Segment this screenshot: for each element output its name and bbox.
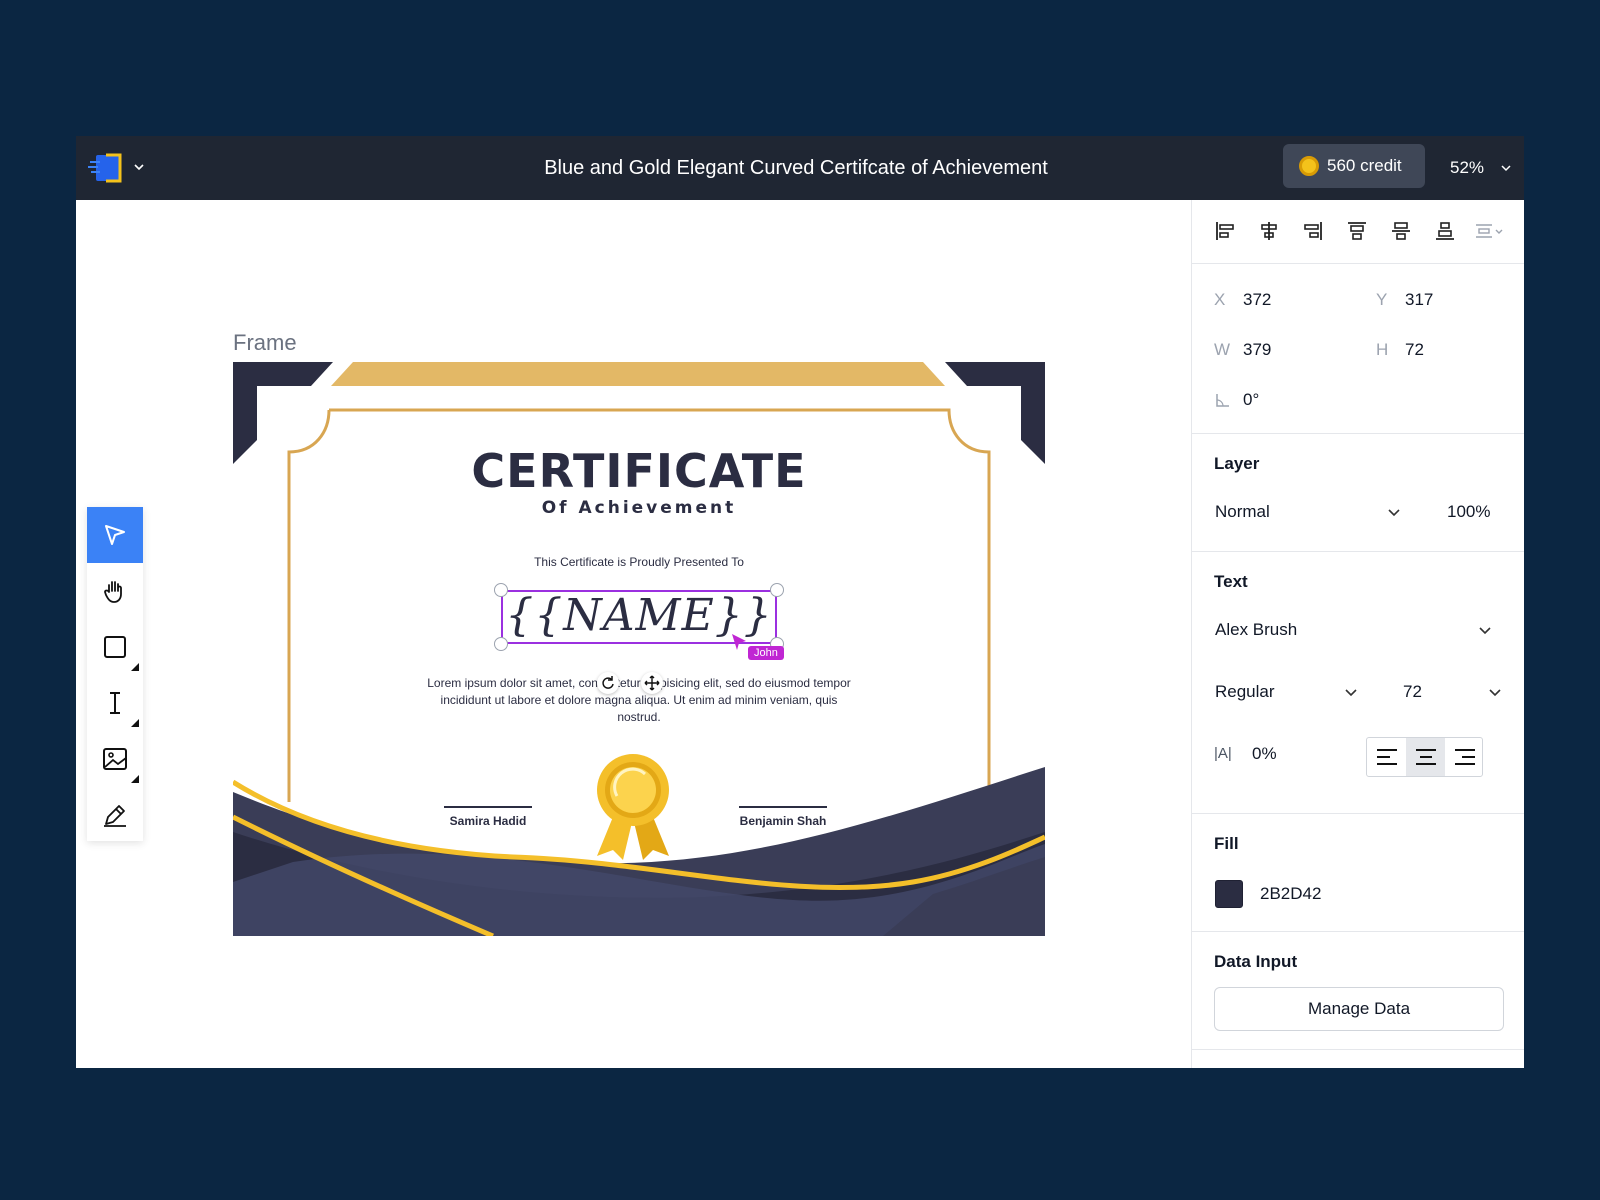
x-label: X — [1214, 290, 1226, 309]
design-canvas[interactable]: Frame CERTIFICATE Of Achievement This Ce… — [76, 200, 1191, 1068]
chevron-down-icon[interactable] — [1387, 506, 1401, 520]
text-align-right-icon — [1455, 749, 1475, 765]
align-right-icon[interactable] — [1302, 220, 1324, 242]
square-icon — [104, 636, 126, 658]
text-align-left-icon — [1377, 749, 1397, 765]
align-bottom-icon[interactable] — [1434, 220, 1456, 242]
position-section: X 372 Y 317 W 379 H 72 0° — [1192, 264, 1524, 434]
text-align-center-icon — [1416, 749, 1436, 765]
hand-tool[interactable] — [87, 563, 143, 619]
app-window: Blue and Gold Elegant Curved Certifcate … — [76, 136, 1524, 1068]
alignment-toolbar — [1192, 200, 1524, 264]
certificate-body-text[interactable]: Lorem ipsum dolor sit amet, consectetur … — [421, 675, 857, 726]
collaborator-tag: John — [748, 646, 784, 660]
align-left-icon[interactable] — [1214, 220, 1236, 242]
select-tool[interactable] — [87, 507, 143, 563]
resize-handle-bottom-left[interactable] — [494, 637, 508, 651]
width-field[interactable]: 379 — [1243, 340, 1271, 360]
text-section: Text Alex Brush Regular 72 |A| 0% — [1192, 552, 1524, 814]
move-icon[interactable] — [641, 672, 663, 694]
letter-spacing-field[interactable]: 0% — [1252, 744, 1277, 764]
signature-line-right — [739, 806, 827, 808]
signature-line-left — [444, 806, 532, 808]
fill-title: Fill — [1214, 834, 1239, 853]
award-ribbon-icon[interactable] — [593, 752, 673, 864]
y-label: Y — [1376, 290, 1388, 309]
rotation-angle-icon — [1216, 394, 1229, 407]
signer-name-left[interactable]: Samira Hadid — [418, 814, 558, 828]
pen-tool[interactable] — [87, 787, 143, 843]
data-input-title: Data Input — [1214, 952, 1298, 971]
zoom-level[interactable]: 52% — [1450, 136, 1484, 200]
credit-badge[interactable]: 560 credit — [1283, 144, 1425, 188]
rotation-field[interactable]: 0° — [1243, 390, 1259, 410]
w-label: W — [1214, 340, 1231, 359]
rotate-icon[interactable] — [597, 672, 619, 694]
chevron-down-icon[interactable] — [1478, 624, 1492, 638]
letter-spacing-icon: |A| — [1214, 745, 1232, 762]
text-tool[interactable] — [87, 675, 143, 731]
certificate-subtitle[interactable]: Of Achievement — [233, 498, 1045, 518]
layer-title: Layer — [1214, 454, 1260, 473]
x-field[interactable]: 372 — [1243, 290, 1271, 310]
text-align-right-button[interactable] — [1445, 738, 1484, 776]
text-align-center-button[interactable] — [1406, 738, 1445, 776]
document-title[interactable]: Blue and Gold Elegant Curved Certifcate … — [356, 136, 1236, 200]
distribute-dropdown-icon[interactable] — [1474, 220, 1506, 242]
h-label: H — [1376, 340, 1389, 359]
fill-color-swatch[interactable] — [1215, 880, 1243, 908]
resize-handle-top-left[interactable] — [494, 583, 508, 597]
presented-to-text[interactable]: This Certificate is Proudly Presented To — [233, 555, 1045, 569]
certificate-title[interactable]: CERTIFICATE — [233, 444, 1045, 498]
image-tool[interactable] — [87, 731, 143, 787]
text-title: Text — [1214, 572, 1248, 591]
shape-tool[interactable] — [87, 619, 143, 675]
certificate-frame[interactable]: CERTIFICATE Of Achievement This Certific… — [233, 362, 1045, 936]
text-align-left-button[interactable] — [1367, 738, 1406, 776]
chevron-down-icon[interactable] — [1488, 686, 1502, 700]
chevron-down-icon[interactable] — [132, 160, 146, 174]
height-field[interactable]: 72 — [1405, 340, 1424, 360]
manage-data-button[interactable]: Manage Data — [1214, 987, 1504, 1031]
font-family-select[interactable]: Alex Brush — [1215, 620, 1297, 640]
fill-section: Fill 2B2D42 — [1192, 814, 1524, 932]
align-vertical-center-icon[interactable] — [1390, 220, 1412, 242]
chevron-down-icon[interactable] — [1344, 686, 1358, 700]
hand-icon — [104, 581, 122, 603]
submenu-indicator-icon — [131, 663, 139, 671]
align-horizontal-center-icon[interactable] — [1258, 220, 1280, 242]
font-weight-select[interactable]: Regular — [1215, 682, 1275, 702]
top-bar: Blue and Gold Elegant Curved Certifcate … — [76, 136, 1524, 200]
font-size-field[interactable]: 72 — [1403, 682, 1422, 702]
frame-label[interactable]: Frame — [233, 330, 297, 356]
pen-icon — [104, 805, 126, 827]
blend-mode-select[interactable]: Normal — [1215, 502, 1270, 522]
collaborator-cursor-icon — [732, 634, 746, 650]
properties-panel: X 372 Y 317 W 379 H 72 0° Layer Normal 1… — [1191, 200, 1524, 1068]
pointer-icon — [105, 525, 125, 545]
align-top-icon[interactable] — [1346, 220, 1368, 242]
credit-label: 560 credit — [1327, 156, 1402, 175]
submenu-indicator-icon — [131, 775, 139, 783]
tool-palette — [87, 507, 143, 841]
coin-icon — [1299, 156, 1319, 176]
app-logo-icon[interactable] — [88, 152, 124, 184]
layer-section: Layer Normal 100% — [1192, 434, 1524, 552]
opacity-field[interactable]: 100% — [1447, 502, 1490, 522]
text-cursor-icon — [110, 692, 120, 714]
image-icon — [103, 748, 127, 770]
y-field[interactable]: 317 — [1405, 290, 1433, 310]
data-input-section: Data Input Manage Data — [1192, 932, 1524, 1050]
text-align-group — [1366, 737, 1483, 777]
resize-handle-top-right[interactable] — [770, 583, 784, 597]
fill-hex-field[interactable]: 2B2D42 — [1260, 884, 1321, 904]
signer-name-right[interactable]: Benjamin Shah — [713, 814, 853, 828]
submenu-indicator-icon — [131, 719, 139, 727]
chevron-down-icon[interactable] — [1500, 162, 1512, 174]
